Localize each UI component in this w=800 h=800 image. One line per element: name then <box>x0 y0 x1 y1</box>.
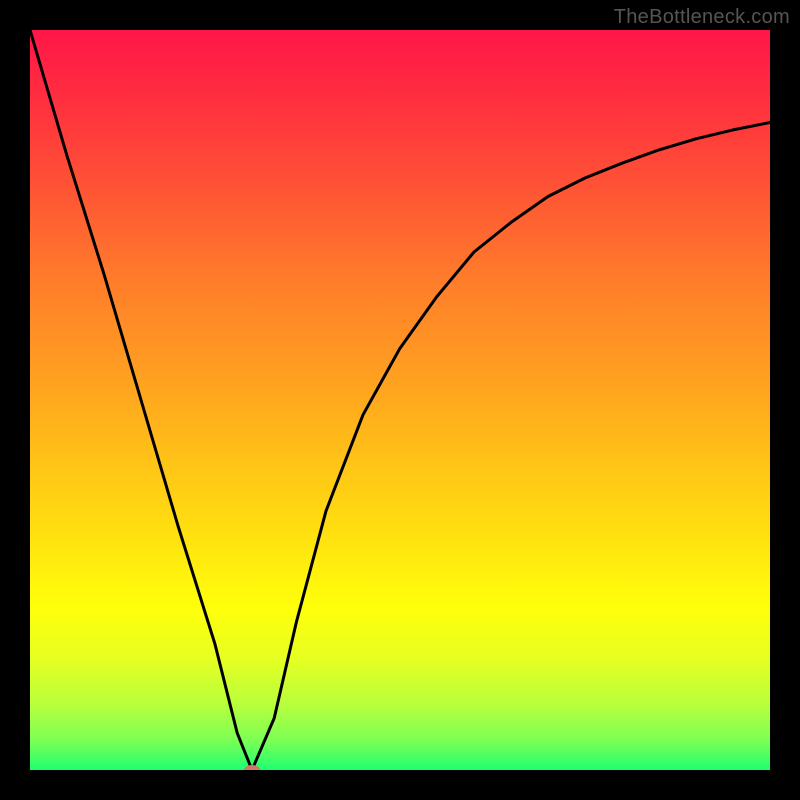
chart-frame: TheBottleneck.com <box>0 0 800 800</box>
curve-svg <box>30 30 770 770</box>
bottleneck-curve <box>30 30 770 770</box>
plot-area <box>30 30 770 770</box>
minimum-marker <box>244 765 260 770</box>
watermark-text: TheBottleneck.com <box>614 6 790 29</box>
